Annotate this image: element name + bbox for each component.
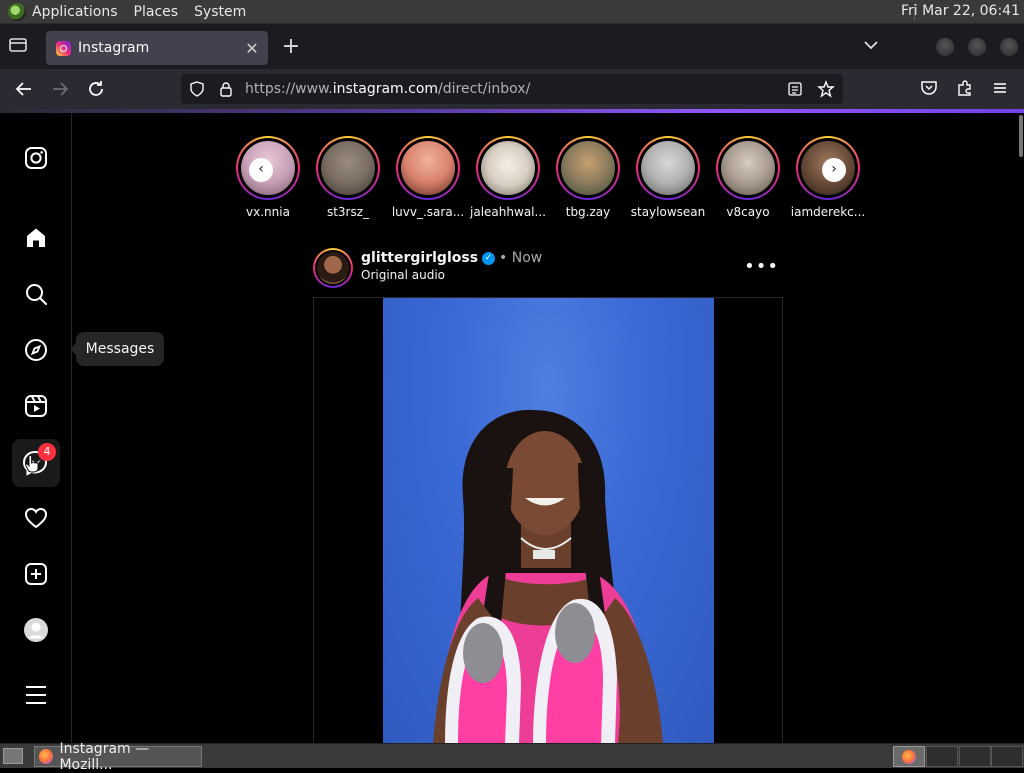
verified-badge-icon: ✓ [482, 251, 496, 265]
reels-icon[interactable] [20, 390, 52, 422]
extensions-icon[interactable] [954, 79, 976, 101]
more-menu-icon[interactable] [20, 679, 52, 711]
taskbar-window-firefox[interactable]: Instagram — Mozill... [34, 741, 202, 773]
post-time: • Now [499, 250, 543, 266]
page-load-progress [0, 109, 1024, 113]
explore-compass-icon[interactable] [20, 334, 52, 366]
story-username: luvv_.sara... [391, 205, 465, 219]
instagram-logo-icon[interactable] [20, 142, 52, 174]
tab-instagram[interactable]: Instagram ✕ [46, 31, 268, 65]
stories-prev-chevron-icon[interactable]: ‹ [249, 158, 273, 182]
list-all-tabs-icon[interactable] [862, 36, 882, 56]
tab-title: Instagram [78, 40, 150, 56]
post-author: glittergirlgloss ✓ • Now [361, 250, 542, 266]
bookmark-star-icon[interactable] [817, 80, 835, 98]
firefox-view-icon[interactable] [8, 36, 30, 56]
workspace-1[interactable] [893, 746, 925, 767]
story-item[interactable]: jaleahhwal... [468, 136, 548, 219]
reload-icon[interactable] [85, 79, 107, 101]
top-panel: Applications Places System Fri Mar 22, 0… [0, 0, 1024, 24]
workspace-3[interactable] [959, 746, 991, 767]
url-text[interactable]: https://www.instagram.com/direct/inbox/ [245, 81, 787, 97]
home-icon[interactable] [20, 222, 52, 254]
story-item[interactable]: v8cayo [708, 136, 788, 219]
create-post-icon[interactable] [20, 558, 52, 590]
reader-view-icon[interactable] [787, 81, 803, 97]
instagram-favicon-icon [56, 40, 71, 56]
story-username: v8cayo [726, 205, 770, 219]
story-username: iamderekc... [790, 205, 866, 219]
workspace-4[interactable] [991, 746, 1023, 767]
post-video-frame [433, 409, 663, 743]
story-username: st3rsz_ [326, 205, 370, 219]
back-arrow-icon[interactable] [13, 79, 35, 101]
close-window-button[interactable] [1000, 38, 1018, 56]
applications-menu[interactable]: Applications [32, 4, 118, 20]
hamburger-menu-icon[interactable] [989, 79, 1011, 101]
post-media[interactable] [313, 297, 783, 743]
profile-avatar[interactable] [20, 614, 52, 646]
workspace-2[interactable] [926, 746, 958, 767]
messages-badge: 4 [38, 443, 56, 461]
system-menu[interactable]: System [194, 4, 246, 20]
story-item[interactable]: luvv_.sara... [388, 136, 468, 219]
distro-logo-icon[interactable] [8, 2, 26, 21]
messages-tooltip: Messages [70, 332, 164, 366]
pocket-icon[interactable] [918, 79, 940, 101]
page-scrollbar[interactable] [1017, 113, 1024, 743]
hand-cursor-icon [25, 454, 39, 473]
instagram-sidebar: 4 [0, 113, 72, 743]
post-username[interactable]: glittergirlgloss [361, 250, 478, 266]
story-item[interactable]: st3rsz_ [308, 136, 388, 219]
story-item[interactable]: staylowsean [628, 136, 708, 219]
messages-nav-item[interactable]: 4 [12, 439, 60, 487]
firefox-icon [902, 750, 916, 764]
page-scrollbar-thumb[interactable] [1019, 115, 1023, 157]
url-domain: instagram.com [332, 81, 439, 97]
post-more-options-icon[interactable]: ••• [744, 256, 779, 277]
lock-icon[interactable] [219, 81, 233, 97]
post-audio-link[interactable]: Original audio [361, 268, 445, 282]
forward-arrow-icon[interactable] [49, 79, 71, 101]
post-header: glittergirlgloss ✓ • Now Original audio ••… [313, 248, 783, 290]
post-video[interactable] [383, 298, 714, 743]
maximize-window-button[interactable] [968, 38, 986, 56]
show-desktop-icon[interactable] [3, 748, 23, 764]
minimize-window-button[interactable] [936, 38, 954, 56]
stories-next-chevron-icon[interactable]: › [822, 158, 846, 182]
url-scheme: https://www. [245, 81, 333, 97]
bottom-taskbar: Instagram — Mozill... [0, 741, 1024, 773]
firefox-icon [39, 749, 54, 764]
story-item[interactable]: tbg.zay [548, 136, 628, 219]
story-username: jaleahhwal... [470, 205, 546, 219]
story-username: tbg.zay [565, 205, 611, 219]
notifications-heart-icon[interactable] [20, 502, 52, 534]
close-tab-icon[interactable]: ✕ [242, 39, 262, 58]
clock[interactable]: Fri Mar 22, 06:41 [901, 3, 1020, 19]
url-path: /direct/inbox/ [438, 81, 531, 97]
story-username: vx.nnia [246, 205, 290, 219]
tracking-protection-shield-icon[interactable] [189, 81, 205, 97]
stories-tray: vx.nnia st3rsz_ luvv_.sara... jaleahhwal… [230, 136, 870, 226]
new-tab-button[interactable]: + [280, 36, 302, 58]
navigation-toolbar: https://www.instagram.com/direct/inbox/ [0, 69, 1024, 109]
post-author-avatar[interactable] [313, 248, 353, 288]
url-bar[interactable]: https://www.instagram.com/direct/inbox/ [181, 74, 843, 104]
story-username: staylowsean [630, 205, 706, 219]
places-menu[interactable]: Places [134, 4, 179, 20]
search-icon[interactable] [20, 278, 52, 310]
